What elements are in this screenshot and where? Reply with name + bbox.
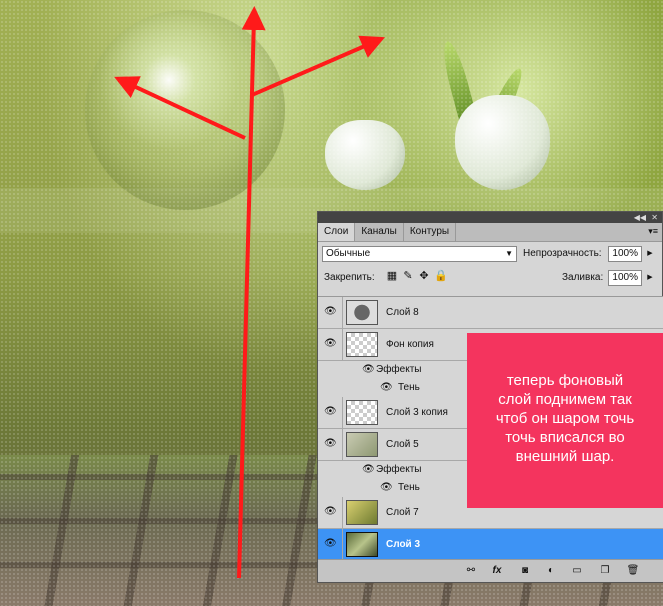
collapse-icon[interactable]: ◀◀ xyxy=(634,212,646,223)
note-line: точь вписался во xyxy=(505,429,625,446)
layer-name: Слой 5 xyxy=(386,439,419,450)
note-line: внешний шар. xyxy=(515,448,615,465)
layer-name: Фон копия xyxy=(386,339,434,350)
opacity-arrow-icon[interactable]: ▶ xyxy=(645,246,655,262)
eye-column-divider xyxy=(342,429,343,460)
blend-mode-value: Обычные xyxy=(326,248,371,259)
trash-icon[interactable]: 🗑 xyxy=(626,564,640,578)
layer-thumbnail xyxy=(346,500,378,525)
lock-paint-icon[interactable]: ✎ xyxy=(402,270,414,282)
shadow-label: Тень xyxy=(398,382,420,393)
eye-column-divider xyxy=(342,297,343,328)
fill-arrow-icon[interactable]: ▶ xyxy=(645,270,655,286)
eye-column-divider xyxy=(342,497,343,528)
eye-icon[interactable]: 👁 xyxy=(362,465,375,475)
instruction-note: теперь фоновый слой поднимем так чтоб он… xyxy=(467,333,663,508)
eye-icon[interactable]: 👁 xyxy=(362,365,375,375)
panel-titlebar[interactable]: ◀◀ ✕ xyxy=(318,212,662,223)
layer-row-selected[interactable]: 👁 Слой 3 xyxy=(318,529,663,561)
lock-label: Закрепить: xyxy=(324,272,375,283)
layer-thumbnail xyxy=(346,332,378,357)
fill-label: Заливка: xyxy=(562,272,604,283)
layer-row[interactable]: 👁 Слой 8 xyxy=(318,297,663,329)
chevron-down-icon: ▼ xyxy=(505,249,513,258)
eye-icon[interactable]: 👁 xyxy=(380,383,393,393)
tab-channels[interactable]: Каналы xyxy=(355,223,404,241)
lock-all-icon[interactable]: 🔒 xyxy=(434,270,448,282)
note-line: чтоб он шаром точь xyxy=(495,410,635,427)
tab-layers[interactable]: Слои xyxy=(318,223,356,241)
left-branch-arrow xyxy=(114,76,246,140)
close-icon[interactable]: ✕ xyxy=(651,212,658,223)
layer-name: Слой 3 копия xyxy=(386,407,448,418)
note-line: слой поднимем так xyxy=(498,391,632,408)
folder-icon[interactable]: ▭ xyxy=(570,564,584,578)
lock-position-icon[interactable]: ✥ xyxy=(418,270,430,282)
eye-icon[interactable]: 👁 xyxy=(324,539,337,549)
lock-transparency-icon[interactable]: ▦ xyxy=(386,270,398,282)
eye-icon[interactable]: 👁 xyxy=(324,307,337,317)
link-icon[interactable]: ⚯ xyxy=(464,564,478,578)
layer-name: Слой 8 xyxy=(386,307,419,318)
eye-icon[interactable]: 👁 xyxy=(380,483,393,493)
panel-menu-icon[interactable]: ▾≡ xyxy=(648,226,658,237)
eye-icon[interactable]: 👁 xyxy=(324,339,337,349)
note-line: теперь фоновый xyxy=(506,372,624,389)
effects-label: Эффекты xyxy=(376,464,422,475)
blend-row: Обычные ▼ Непрозрачность: 100% ▶ xyxy=(318,242,662,266)
layer-thumbnail xyxy=(346,400,378,425)
panel-bottom-bar: ⚯ fx ◙ ◐ ▭ ❐ 🗑 xyxy=(318,559,663,582)
lock-row: Закрепить: ▦ ✎ ✥ 🔒 Заливка: 100% ▶ xyxy=(318,266,662,290)
layer-thumbnail xyxy=(346,532,378,557)
eye-column-divider xyxy=(342,397,343,428)
fx-icon[interactable]: fx xyxy=(490,564,504,578)
eye-column-divider xyxy=(342,329,343,360)
right-branch-arrow xyxy=(251,35,386,97)
layer-thumbnail xyxy=(346,432,378,457)
eye-icon[interactable]: 👁 xyxy=(324,439,337,449)
eye-column-divider xyxy=(342,529,343,560)
shadow-label: Тень xyxy=(398,482,420,493)
opacity-input[interactable]: 100% xyxy=(608,246,642,262)
layer-thumbnail xyxy=(346,300,378,325)
vertical-arrow xyxy=(237,6,266,579)
opacity-label: Непрозрачность: xyxy=(523,248,602,259)
panel-tabs: Слои Каналы Контуры ▾≡ xyxy=(318,223,662,242)
layer-name: Слой 3 xyxy=(386,539,421,550)
blend-mode-select[interactable]: Обычные ▼ xyxy=(322,246,517,262)
tab-paths[interactable]: Контуры xyxy=(404,223,457,241)
layer-name: Слой 7 xyxy=(386,507,419,518)
eye-icon[interactable]: 👁 xyxy=(324,507,337,517)
new-layer-icon[interactable]: ❐ xyxy=(598,564,612,578)
mask-icon[interactable]: ◙ xyxy=(518,564,532,578)
eye-icon[interactable]: 👁 xyxy=(324,407,337,417)
effects-label: Эффекты xyxy=(376,364,422,375)
fill-input[interactable]: 100% xyxy=(608,270,642,286)
adjustment-icon[interactable]: ◐ xyxy=(544,564,558,578)
